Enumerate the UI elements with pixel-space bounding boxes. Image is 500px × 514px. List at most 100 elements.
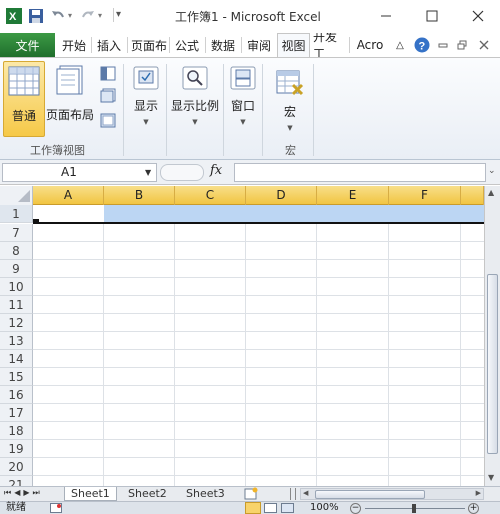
full-screen-icon[interactable] — [100, 113, 116, 128]
column-header-a[interactable]: A — [33, 186, 104, 205]
close-button[interactable] — [463, 6, 493, 26]
redo-dropdown-icon[interactable]: ▾ — [98, 11, 114, 27]
scroll-up-icon[interactable]: ▲ — [488, 188, 494, 197]
row-header-13[interactable]: 13 — [0, 332, 33, 350]
window-button[interactable]: 窗口 ▼ — [226, 61, 260, 137]
zoom-in-icon[interactable]: + — [468, 503, 479, 514]
excel-logo-icon[interactable]: X — [6, 8, 22, 24]
tab-insert[interactable]: 插入 — [93, 33, 125, 57]
row-header-14[interactable]: 14 — [0, 350, 33, 368]
table-row[interactable] — [33, 458, 484, 476]
row-header-21[interactable]: 21 — [0, 476, 33, 486]
column-header-g-partial[interactable] — [461, 186, 484, 205]
macro-record-icon[interactable] — [50, 503, 62, 513]
column-header-c[interactable]: C — [175, 186, 246, 205]
sheet-tab-1[interactable]: Sheet1 — [64, 487, 117, 501]
scroll-left-icon[interactable]: ◀ — [303, 489, 308, 497]
column-header-b[interactable]: B — [104, 186, 175, 205]
sheet-tab-3[interactable]: Sheet3 — [180, 487, 231, 501]
macros-button[interactable]: 宏 ▼ — [270, 61, 310, 137]
custom-views-icon[interactable] — [100, 88, 116, 103]
horizontal-scrollbar-thumb[interactable] — [315, 490, 425, 499]
tab-split-handle[interactable] — [290, 488, 296, 500]
tab-page-layout[interactable]: 页面布 — [130, 33, 168, 57]
workbook-restore-icon[interactable] — [455, 33, 469, 57]
show-button[interactable]: 显示 ▼ — [128, 61, 164, 137]
tab-formulas[interactable]: 公式 — [171, 33, 203, 57]
zoom-level[interactable]: 100% — [310, 502, 339, 514]
table-row[interactable] — [33, 314, 484, 332]
select-all-corner[interactable] — [0, 186, 33, 205]
sheet-tab-2[interactable]: Sheet2 — [122, 487, 173, 501]
table-row[interactable] — [33, 260, 484, 278]
tab-home[interactable]: 开始 — [58, 33, 90, 57]
table-row[interactable] — [33, 242, 484, 260]
tab-view[interactable]: 视图 — [277, 33, 310, 57]
row-header-7[interactable]: 7 — [0, 224, 33, 242]
row-header-20[interactable]: 20 — [0, 458, 33, 476]
row-header-9[interactable]: 9 — [0, 260, 33, 278]
table-row[interactable] — [33, 386, 484, 404]
customize-qat-icon[interactable]: ▾ — [116, 9, 132, 25]
tab-acrobat[interactable]: Acro — [352, 33, 388, 57]
insert-function-icon[interactable]: fx — [210, 163, 222, 178]
column-header-d[interactable]: D — [246, 186, 317, 205]
table-row[interactable] — [33, 278, 484, 296]
scrollbar-thumb[interactable] — [487, 274, 498, 454]
horizontal-scrollbar[interactable]: ◀ ▶ — [300, 488, 484, 500]
table-row[interactable] — [33, 205, 484, 223]
maximize-button[interactable] — [417, 6, 447, 26]
undo-icon[interactable] — [50, 8, 66, 24]
page-break-status-icon[interactable] — [281, 503, 294, 513]
table-row[interactable] — [33, 224, 484, 242]
page-break-preview-icon[interactable] — [100, 66, 116, 81]
row-header-10[interactable]: 10 — [0, 278, 33, 296]
normal-view-status-icon[interactable] — [245, 502, 261, 514]
tab-file[interactable]: 文件 — [0, 33, 55, 57]
page-layout-view-button[interactable]: 页面布局 — [45, 61, 95, 137]
column-header-f[interactable]: F — [389, 186, 461, 205]
row-header-1[interactable]: 1 — [0, 205, 33, 223]
zoom-out-icon[interactable]: − — [350, 503, 361, 514]
minimize-button[interactable] — [371, 6, 401, 26]
zoom-slider-handle[interactable] — [412, 504, 416, 513]
scroll-down-icon[interactable]: ▼ — [488, 473, 494, 482]
table-row[interactable] — [33, 476, 484, 486]
name-box[interactable]: A1 — [2, 163, 157, 182]
row-header-16[interactable]: 16 — [0, 386, 33, 404]
table-row[interactable] — [33, 350, 484, 368]
zoom-button[interactable]: 显示比例 ▼ — [168, 61, 222, 137]
workbook-close-icon[interactable] — [476, 33, 492, 57]
cell-a1[interactable] — [33, 205, 104, 222]
collapse-ribbon-icon[interactable]: △ — [393, 33, 407, 57]
row-header-8[interactable]: 8 — [0, 242, 33, 260]
table-row[interactable] — [33, 440, 484, 458]
scroll-right-icon[interactable]: ▶ — [476, 489, 481, 497]
insert-sheet-icon[interactable] — [243, 487, 259, 501]
redo-icon[interactable] — [80, 8, 96, 24]
page-layout-status-icon[interactable] — [264, 503, 277, 513]
column-header-e[interactable]: E — [317, 186, 389, 205]
row-header-19[interactable]: 19 — [0, 440, 33, 458]
formula-bar-divider-handle[interactable] — [160, 164, 204, 181]
expand-formula-bar-icon[interactable]: ⌄ — [488, 166, 496, 176]
table-row[interactable] — [33, 422, 484, 440]
name-box-dropdown-icon[interactable]: ▼ — [145, 168, 151, 177]
table-row[interactable] — [33, 332, 484, 350]
table-row[interactable] — [33, 368, 484, 386]
tab-developer[interactable]: 开发工 — [313, 33, 347, 57]
sheet-nav-arrows-icon[interactable]: ⏮◀▶⏭ — [4, 488, 43, 498]
row-header-12[interactable]: 12 — [0, 314, 33, 332]
table-row[interactable] — [33, 404, 484, 422]
save-icon[interactable] — [28, 8, 44, 24]
formula-input[interactable] — [234, 163, 486, 182]
row-header-15[interactable]: 15 — [0, 368, 33, 386]
row-header-17[interactable]: 17 — [0, 404, 33, 422]
vertical-scrollbar[interactable]: ▲ ▼ — [484, 186, 500, 486]
tab-data[interactable]: 数据 — [207, 33, 239, 57]
help-icon[interactable]: ? — [412, 33, 432, 57]
table-row[interactable] — [33, 296, 484, 314]
row-header-18[interactable]: 18 — [0, 422, 33, 440]
worksheet-grid[interactable]: A B C D E F 1 7 8 9 10 11 12 13 14 15 16… — [0, 186, 484, 486]
normal-view-button[interactable]: 普通 — [3, 61, 45, 137]
